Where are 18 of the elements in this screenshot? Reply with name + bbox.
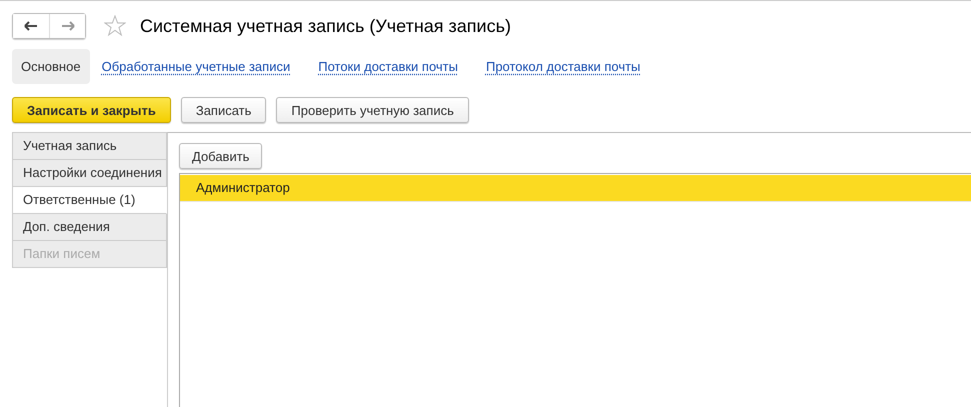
star-icon[interactable] (104, 15, 126, 37)
section-link[interactable]: Обработанные учетные записи (94, 50, 298, 83)
side-tab[interactable]: Учетная запись (12, 132, 167, 160)
side-tab[interactable]: Настройки соединения (12, 160, 167, 187)
list-row[interactable]: Администратор (180, 175, 971, 202)
side-tab[interactable]: Доп. сведения (12, 214, 167, 241)
right-arrow-icon (60, 21, 74, 31)
section-link[interactable]: Протокол доставки почты (478, 50, 648, 83)
add-button[interactable]: Добавить (179, 143, 262, 169)
section-link[interactable]: Основное (12, 49, 90, 84)
toolbar-button[interactable]: Записать (180, 97, 266, 123)
side-tab[interactable]: Ответственные (1) (12, 187, 167, 214)
left-arrow-icon (24, 21, 38, 31)
save-and-close-button[interactable]: Записать и закрыть (12, 97, 171, 123)
back-button[interactable] (13, 14, 49, 38)
window-title: Системная учетная запись (Учетная запись) (140, 16, 511, 36)
section-link[interactable]: Потоки доставки почты (310, 50, 466, 83)
toolbar-button[interactable]: Проверить учетную запись (276, 97, 469, 123)
